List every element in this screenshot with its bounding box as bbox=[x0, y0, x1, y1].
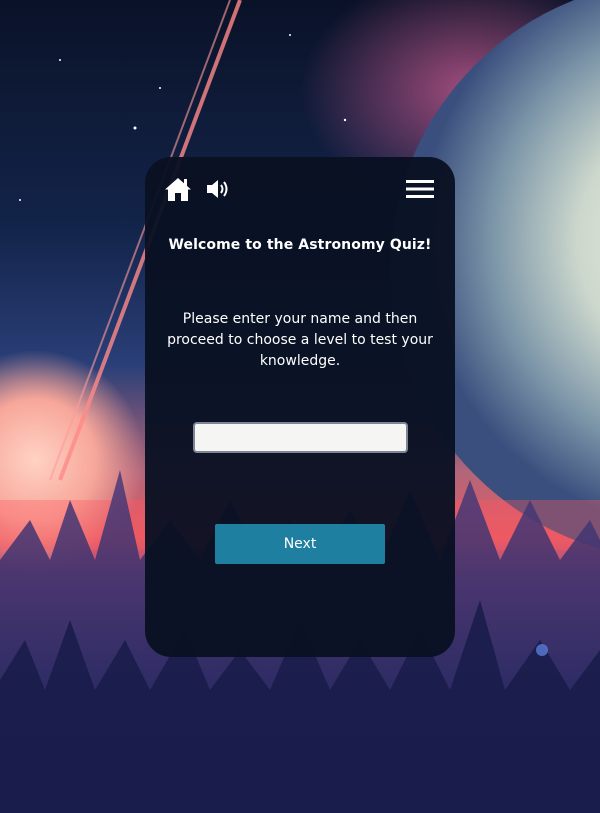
volume-icon bbox=[207, 180, 228, 198]
next-button[interactable]: Next bbox=[215, 524, 385, 564]
home-icon bbox=[165, 178, 191, 201]
quiz-instructions: Please enter your name and then proceed … bbox=[167, 311, 433, 369]
menu-button[interactable] bbox=[405, 177, 435, 201]
quiz-card: Welcome to the Astronomy Quiz! Please en… bbox=[145, 157, 455, 657]
hamburger-menu-icon bbox=[406, 180, 434, 198]
name-input[interactable] bbox=[193, 422, 408, 453]
home-button[interactable] bbox=[163, 175, 193, 203]
quiz-title: Welcome to the Astronomy Quiz! bbox=[168, 237, 432, 253]
sound-button[interactable] bbox=[204, 175, 234, 203]
